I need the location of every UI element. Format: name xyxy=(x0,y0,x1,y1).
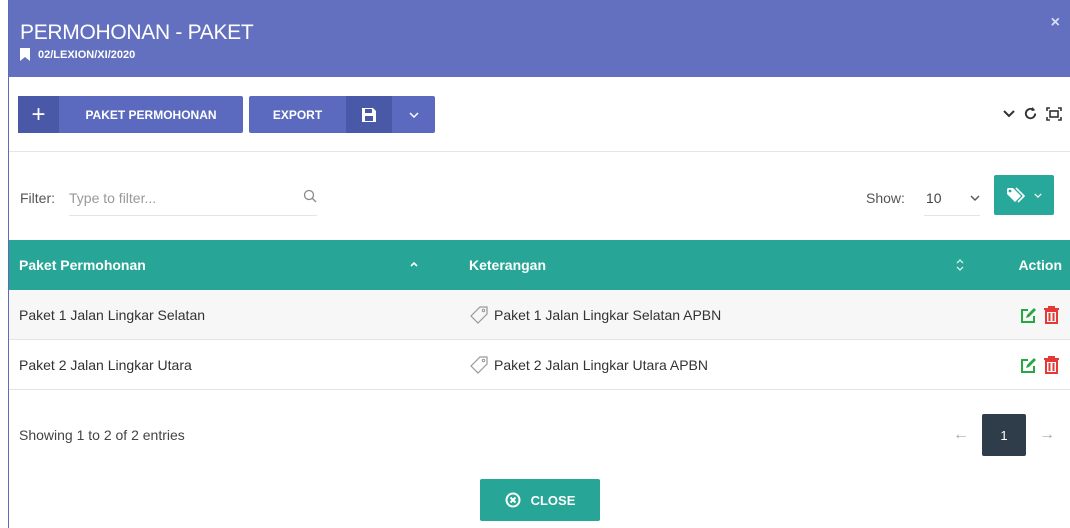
sort-icon[interactable] xyxy=(955,259,965,271)
floppy-disk-icon xyxy=(362,107,376,122)
show-label: Show: xyxy=(866,190,905,206)
cell-action xyxy=(1020,290,1060,340)
filter-input[interactable] xyxy=(69,180,317,216)
cell-action xyxy=(1020,340,1060,390)
close-button[interactable]: CLOSE xyxy=(480,479,600,521)
filter-row: Filter: Show: 10 xyxy=(9,152,1070,240)
trash-icon xyxy=(1044,306,1059,324)
paket-permohonan-button-group: + PAKET PERMOHONAN xyxy=(18,96,243,133)
document-number: 02/LEXION/XI/2020 xyxy=(38,48,136,61)
trash-icon xyxy=(1044,356,1059,374)
paket-permohonan-button[interactable]: PAKET PERMOHONAN xyxy=(59,96,243,133)
table-row: Paket 1 Jalan Lingkar Selatan Paket 1 Ja… xyxy=(9,290,1070,340)
bookmark-icon xyxy=(20,48,30,61)
modal-subtitle: 02/LEXION/XI/2020 xyxy=(20,48,135,61)
modal-header: PERMOHONAN - PAKET 02/LEXION/XI/2020 × xyxy=(9,0,1070,77)
export-dropdown-button[interactable] xyxy=(392,96,435,133)
chevron-down-icon xyxy=(1034,192,1042,198)
tag-icon xyxy=(470,306,488,324)
table-info: Showing 1 to 2 of 2 entries xyxy=(19,427,185,443)
tag-icon xyxy=(470,356,488,374)
page-size-value: 10 xyxy=(926,189,942,206)
cell-keterangan: Paket 2 Jalan Lingkar Utara APBN xyxy=(470,340,708,390)
tag-filter-button[interactable] xyxy=(994,175,1054,215)
filter-label: Filter: xyxy=(20,190,55,206)
cell-keterangan: Paket 1 Jalan Lingkar Selatan APBN xyxy=(470,290,721,340)
save-button[interactable] xyxy=(346,96,392,133)
delete-button[interactable] xyxy=(1043,306,1060,324)
table-row: Paket 2 Jalan Lingkar Utara Paket 2 Jala… xyxy=(9,340,1070,390)
cell-paket: Paket 1 Jalan Lingkar Selatan xyxy=(19,307,206,323)
table-header: Paket Permohonan Keterangan Action xyxy=(9,240,1070,290)
sort-asc-icon[interactable] xyxy=(409,259,419,269)
delete-button[interactable] xyxy=(1043,356,1060,374)
close-icon[interactable]: × xyxy=(1051,14,1060,32)
toolbar: + PAKET PERMOHONAN EXPORT xyxy=(9,77,1070,152)
modal-dialog: PERMOHONAN - PAKET 02/LEXION/XI/2020 × +… xyxy=(8,0,1070,528)
search-icon xyxy=(303,189,317,203)
edit-icon xyxy=(1021,357,1036,373)
column-header-keterangan[interactable]: Keterangan xyxy=(469,240,546,290)
page-button-1[interactable]: 1 xyxy=(982,414,1026,456)
column-header-paket[interactable]: Paket Permohonan xyxy=(19,240,146,290)
tags-icon xyxy=(1007,187,1026,203)
data-table: Paket Permohonan Keterangan Action Paket… xyxy=(9,240,1070,390)
prev-page-button[interactable]: ← xyxy=(950,426,972,444)
modal-title: PERMOHONAN - PAKET xyxy=(20,21,254,44)
chevron-down-icon xyxy=(970,195,980,201)
fullscreen-icon[interactable] xyxy=(1046,106,1062,121)
close-circle-icon xyxy=(505,492,521,508)
column-header-action: Action xyxy=(1018,257,1062,273)
page-size-select[interactable]: 10 xyxy=(924,180,980,216)
close-button-label: CLOSE xyxy=(530,492,576,508)
edit-button[interactable] xyxy=(1020,357,1037,374)
chevron-down-icon xyxy=(408,111,419,118)
keterangan-text: Paket 2 Jalan Lingkar Utara APBN xyxy=(494,357,709,373)
edit-icon xyxy=(1021,307,1036,323)
next-page-button[interactable]: → xyxy=(1036,426,1058,444)
edit-button[interactable] xyxy=(1020,307,1037,324)
panel-tools xyxy=(1003,106,1062,121)
keterangan-text: Paket 1 Jalan Lingkar Selatan APBN xyxy=(494,307,722,323)
export-button[interactable]: EXPORT xyxy=(249,96,346,133)
pagination: ← 1 → xyxy=(950,414,1058,456)
add-icon[interactable]: + xyxy=(18,96,59,133)
cell-paket: Paket 2 Jalan Lingkar Utara xyxy=(19,357,192,373)
collapse-chevron-icon[interactable] xyxy=(1003,109,1015,118)
export-button-group: EXPORT xyxy=(249,96,435,133)
refresh-icon[interactable] xyxy=(1023,106,1038,121)
